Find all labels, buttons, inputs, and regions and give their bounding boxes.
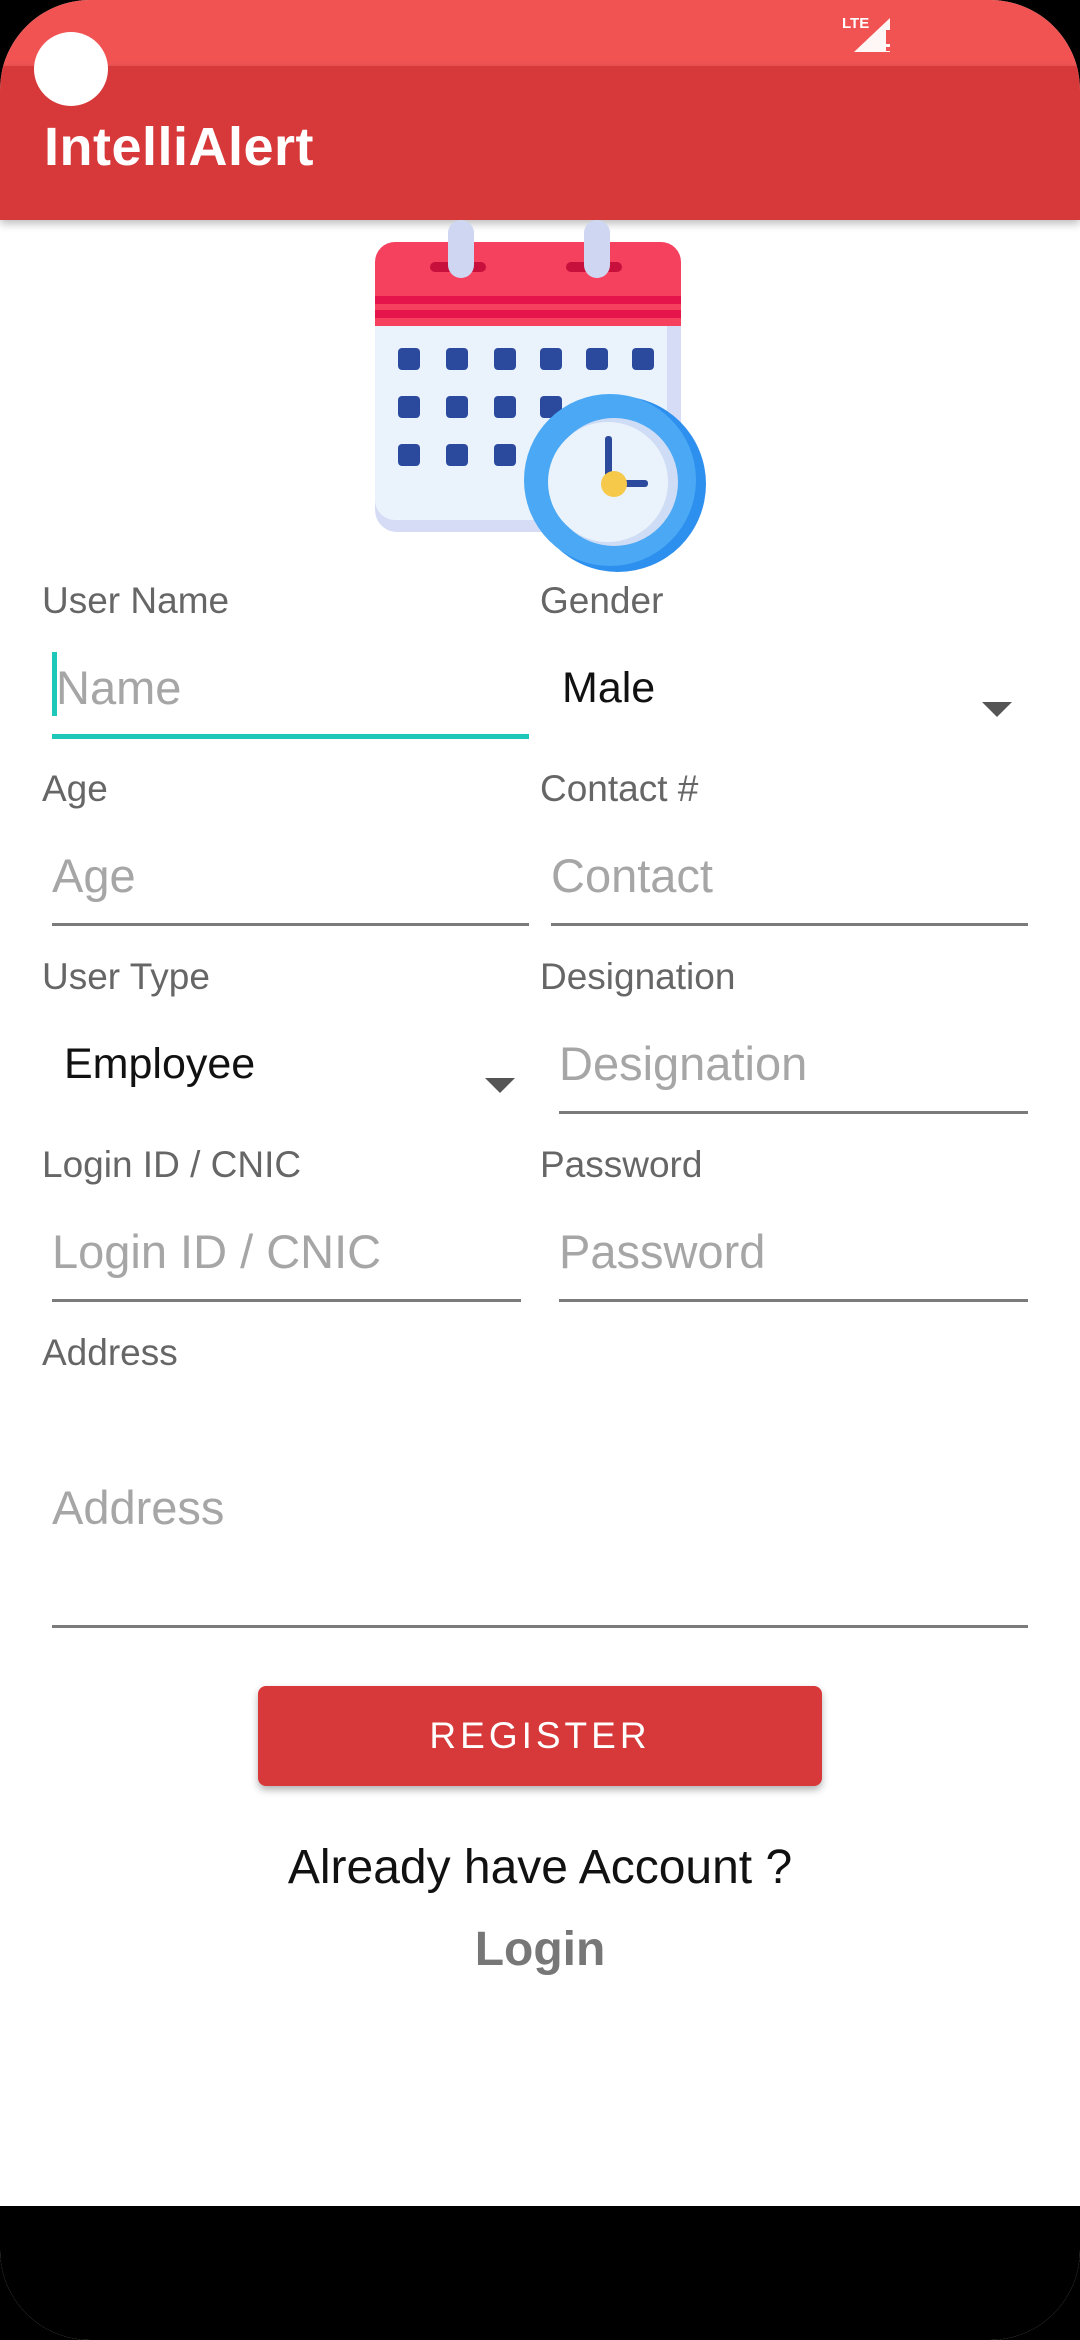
password-placeholder: Password bbox=[559, 1225, 766, 1278]
user-type-dropdown[interactable]: Employee bbox=[64, 1036, 524, 1116]
chevron-down-icon bbox=[982, 702, 1012, 717]
contact-underline bbox=[551, 923, 1028, 926]
user-type-selected: Employee bbox=[64, 1040, 256, 1088]
app-bar: IntelliAlert bbox=[0, 66, 1080, 220]
contact-placeholder: Contact bbox=[551, 849, 713, 902]
user-name-field[interactable]: Name bbox=[52, 650, 529, 742]
calendar-clock-icon bbox=[375, 220, 706, 572]
designation-placeholder: Designation bbox=[559, 1037, 808, 1090]
network-label: LTE bbox=[842, 15, 869, 32]
navigation-bar bbox=[0, 2206, 1080, 2340]
login-id-placeholder: Login ID / CNIC bbox=[52, 1225, 382, 1278]
user-type-label: User Type bbox=[42, 956, 210, 997]
age-placeholder: Age bbox=[52, 849, 136, 902]
user-name-placeholder: Name bbox=[56, 661, 182, 714]
age-field[interactable]: Age bbox=[52, 840, 529, 930]
gender-selected: Male bbox=[562, 664, 656, 712]
login-id-field[interactable]: Login ID / CNIC bbox=[52, 1216, 521, 1306]
login-id-label: Login ID / CNIC bbox=[42, 1144, 302, 1185]
user-name-underline bbox=[52, 734, 529, 739]
password-label: Password bbox=[540, 1144, 703, 1185]
address-placeholder: Address bbox=[52, 1481, 225, 1534]
already-have-account-text: Already have Account ? bbox=[287, 1841, 793, 1894]
designation-underline bbox=[559, 1111, 1028, 1114]
contact-field[interactable]: Contact bbox=[551, 840, 1028, 930]
chevron-down-icon bbox=[485, 1078, 515, 1093]
designation-field[interactable]: Designation bbox=[559, 1028, 1028, 1118]
address-label: Address bbox=[42, 1332, 178, 1373]
login-link[interactable]: Login bbox=[0, 1922, 1080, 1977]
gender-label: Gender bbox=[540, 580, 664, 621]
app-title: IntelliAlert bbox=[44, 117, 315, 177]
register-button[interactable]: REGISTER bbox=[258, 1686, 822, 1786]
camera-cutout bbox=[34, 32, 108, 106]
contact-label: Contact # bbox=[540, 768, 699, 809]
age-label: Age bbox=[42, 768, 108, 809]
cell-signal-icon: LTE bbox=[842, 15, 890, 52]
password-field[interactable]: Password bbox=[559, 1216, 1028, 1306]
designation-label: Designation bbox=[540, 956, 736, 997]
gender-dropdown[interactable]: Male bbox=[562, 660, 1022, 740]
screen: LTE IntelliAlert User Name Name Gender M… bbox=[0, 0, 1080, 2340]
user-name-label: User Name bbox=[42, 580, 230, 621]
password-underline bbox=[559, 1299, 1028, 1302]
address-underline bbox=[52, 1625, 1028, 1628]
status-bar: LTE bbox=[0, 0, 1080, 66]
login-id-underline bbox=[52, 1299, 521, 1302]
address-field[interactable]: Address bbox=[52, 1400, 1028, 1630]
age-underline bbox=[52, 923, 529, 926]
